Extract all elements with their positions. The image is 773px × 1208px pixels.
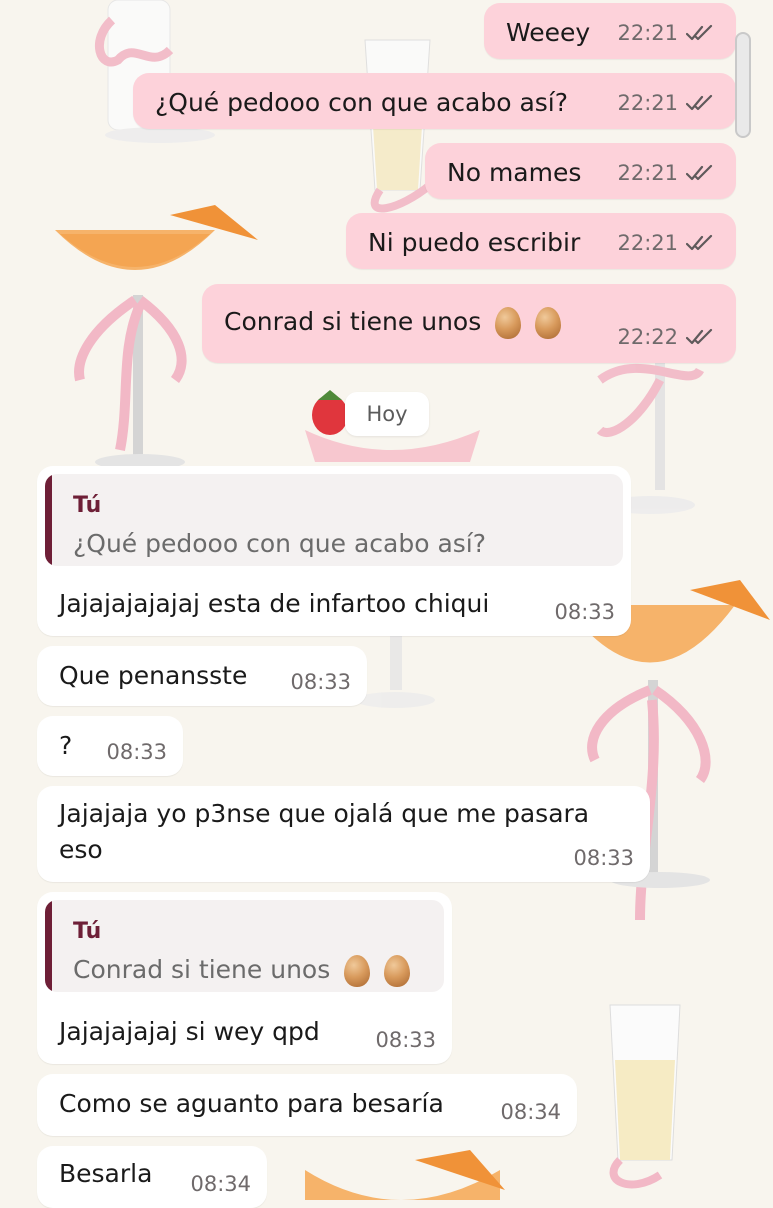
double-check-icon: [686, 164, 713, 181]
message-text: Weeey: [506, 18, 591, 47]
double-check-icon: [686, 328, 713, 345]
quoted-message[interactable]: Tú Conrad si tiene unos: [45, 900, 444, 992]
egg-emoji: [384, 955, 411, 987]
message-time: 08:34: [190, 1172, 251, 1196]
received-message[interactable]: ? 08:33: [37, 716, 183, 776]
message-meta: 08:34: [500, 1094, 561, 1130]
received-message-with-reply[interactable]: Tú Conrad si tiene unos Jajajajajaj si w…: [37, 892, 452, 1064]
message-text-line-2: eso: [59, 835, 103, 864]
egg-emoji: [535, 307, 562, 339]
message-meta: 22:21: [617, 225, 716, 261]
message-time: 22:21: [617, 91, 678, 115]
message-meta: 08:33: [106, 734, 167, 770]
date-separator: Hoy: [345, 392, 429, 436]
message-text-line-1: Jajajaja yo p3nse que ojalá que me pasar…: [59, 799, 590, 828]
message-time: 22:22: [617, 325, 678, 349]
received-message-with-reply[interactable]: Tú ¿Qué pedooo con que acabo así? Jajaja…: [37, 466, 631, 636]
message-meta: 22:21: [617, 85, 716, 121]
egg-emoji: [495, 307, 522, 339]
quote-text: ¿Qué pedooo con que acabo así?: [73, 529, 487, 558]
message-time: 22:21: [617, 161, 678, 185]
quote-text-content: Conrad si tiene unos: [73, 955, 331, 984]
sent-message[interactable]: No mames 22:21: [425, 143, 736, 199]
quoted-message[interactable]: Tú ¿Qué pedooo con que acabo así?: [45, 474, 623, 566]
message-text: Conrad si tiene unos: [224, 304, 562, 340]
message-text: ?: [59, 731, 73, 760]
message-time: 08:33: [375, 1028, 436, 1052]
sent-message[interactable]: Conrad si tiene unos 22:22: [202, 284, 736, 363]
message-text: Jajajajajaj si wey qpd: [59, 1017, 320, 1046]
message-time: 08:34: [500, 1100, 561, 1124]
message-text: Jajajajajajaj esta de infartoo chiqui: [59, 589, 490, 618]
quote-accent-bar: [45, 474, 52, 566]
sent-message[interactable]: ¿Qué pedooo con que acabo así? 22:21: [133, 73, 736, 129]
sent-message[interactable]: Weeey 22:21: [484, 3, 736, 59]
scrollbar-thumb[interactable]: [735, 32, 751, 138]
sent-message[interactable]: Ni puedo escribir 22:21: [346, 213, 736, 269]
message-meta: 08:33: [375, 1022, 436, 1058]
message-text-content: Conrad si tiene unos: [224, 307, 482, 336]
message-text: Ni puedo escribir: [368, 228, 581, 257]
message-meta: 08:33: [573, 840, 634, 876]
quote-author: Tú: [73, 919, 102, 944]
message-time: 08:33: [106, 740, 167, 764]
message-meta: 08:34: [190, 1166, 251, 1202]
quote-accent-bar: [45, 900, 52, 992]
message-time: 08:33: [573, 846, 634, 870]
message-time: 22:21: [617, 21, 678, 45]
message-list: Weeey 22:21 ¿Qué pedooo con que acabo as…: [0, 0, 773, 1208]
received-message[interactable]: Que penansste 08:33: [37, 646, 367, 706]
message-meta: 08:33: [290, 664, 351, 700]
message-text: Como se aguanto para besaría: [59, 1089, 444, 1118]
received-message[interactable]: Como se aguanto para besaría 08:34: [37, 1074, 577, 1136]
message-meta: 08:33: [554, 594, 615, 630]
message-text: Besarla: [59, 1159, 153, 1188]
egg-emoji: [344, 955, 371, 987]
quote-text: Conrad si tiene unos: [73, 952, 411, 988]
message-text: Que penansste: [59, 661, 248, 690]
message-meta: 22:21: [617, 15, 716, 51]
message-time: 08:33: [290, 670, 351, 694]
quote-author: Tú: [73, 493, 102, 518]
double-check-icon: [686, 234, 713, 251]
double-check-icon: [686, 94, 713, 111]
double-check-icon: [686, 24, 713, 41]
received-message[interactable]: Jajajaja yo p3nse que ojalá que me pasar…: [37, 786, 650, 882]
message-time: 22:21: [617, 231, 678, 255]
message-meta: 22:21: [617, 155, 716, 191]
message-text: No mames: [447, 158, 582, 187]
message-meta: 22:22: [617, 319, 716, 355]
message-text: ¿Qué pedooo con que acabo así?: [155, 88, 569, 117]
received-message[interactable]: Besarla 08:34: [37, 1146, 267, 1208]
message-time: 08:33: [554, 600, 615, 624]
